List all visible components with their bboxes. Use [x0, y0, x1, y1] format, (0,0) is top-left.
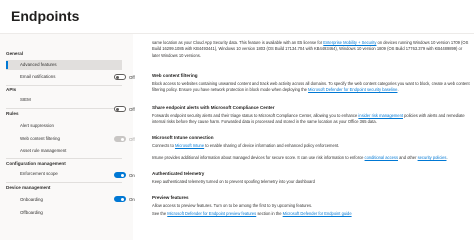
- endpoint-guide-link[interactable]: Microsoft Defender for Endpoint guide: [283, 211, 352, 216]
- setting-description-secondary: Intune provides additional information a…: [152, 155, 470, 161]
- toggle-state-label: On: [129, 196, 135, 202]
- setting-description: Allow access to preview features. Turn o…: [152, 203, 470, 209]
- toggle-knob: [120, 174, 124, 177]
- setting-title-compliance-center: Share endpoint alerts with Microsoft Com…: [152, 105, 275, 110]
- compliance-center-toggle[interactable]: [114, 106, 126, 112]
- toggle-knob: [120, 138, 124, 141]
- sidebar-divider: [6, 182, 122, 183]
- sidebar-group-apis: APIs: [6, 87, 17, 92]
- authenticated-telemetry-toggle[interactable]: [114, 172, 126, 178]
- description-text: See the: [152, 211, 168, 216]
- description-text: Allow access to preview features. Turn o…: [152, 203, 313, 208]
- description-text: .: [446, 155, 448, 160]
- description-text: section in the: [256, 211, 283, 216]
- description-text: same location as your Cloud App Security…: [152, 40, 324, 45]
- sidebar-item-advanced-features[interactable]: Advanced features: [6, 60, 122, 70]
- setting-description: Block access to websites containing unwa…: [152, 81, 470, 94]
- sidebar-divider: [6, 85, 122, 86]
- toggle-state-label: Off: [129, 136, 135, 142]
- setting-title-intune-connection: Microsoft Intune connection: [152, 135, 214, 140]
- advanced-features-panel: same location as your Cloud App Security…: [108, 34, 474, 240]
- web-content-filtering-toggle[interactable]: [114, 74, 126, 80]
- preview-features-toggle[interactable]: [114, 196, 126, 202]
- sidebar-item-enforcement-scope[interactable]: Enforcement scope: [6, 169, 122, 179]
- sidebar-item-asset-rule-management[interactable]: Asset rule management: [6, 146, 122, 156]
- setting-title-web-content-filtering: Web content filtering: [152, 73, 198, 78]
- setting-title-authenticated-telemetry: Authenticated telemetry: [152, 171, 205, 176]
- sidebar-divider: [6, 158, 122, 159]
- preview-features-link[interactable]: Microsoft Defender for Endpoint preview …: [167, 211, 256, 216]
- sidebar-item-onboarding[interactable]: Onboarding: [6, 195, 122, 205]
- toggle-knob: [116, 76, 120, 79]
- sidebar-item-web-content-filtering[interactable]: Web content filtering: [6, 134, 122, 144]
- description-text: Keep authenticated telemetry turned on t…: [152, 179, 315, 184]
- description-text: Intune provides additional information a…: [152, 155, 365, 160]
- setting-description-secondary: See the Microsoft Defender for Endpoint …: [152, 211, 470, 217]
- description-text: Connects to: [152, 143, 175, 148]
- toggle-state-label: On: [129, 172, 135, 178]
- sidebar-item-alert-suppression[interactable]: Alert suppression: [6, 121, 122, 131]
- top-description: same location as your Cloud App Security…: [152, 40, 470, 59]
- setting-description: Connects to Microsoft Intune to enable s…: [152, 143, 470, 149]
- enterprise-mobility-security-link[interactable]: Enterprise Mobility + Security: [323, 40, 376, 45]
- description-text: Forwards endpoint security alerts and th…: [152, 113, 359, 118]
- sidebar-group-general: General: [6, 51, 24, 56]
- setting-description: Forwards endpoint security alerts and th…: [152, 113, 470, 126]
- sidebar-group-device-management: Device management: [6, 185, 51, 190]
- sidebar-item-siem[interactable]: SIEM: [6, 95, 122, 105]
- intune-connection-toggle[interactable]: [114, 136, 126, 142]
- toggle-state-label: Off: [129, 106, 135, 112]
- microsoft-intune-link[interactable]: Microsoft Intune: [175, 143, 204, 148]
- sidebar-item-offboarding[interactable]: Offboarding: [6, 208, 122, 218]
- toggle-knob: [116, 108, 120, 111]
- setting-title-preview-features: Preview features: [152, 195, 189, 200]
- sidebar-item-email-notifications[interactable]: Email notifications: [6, 72, 122, 82]
- description-text: and other: [398, 155, 418, 160]
- sidebar-group-rules: Rules: [6, 111, 19, 116]
- conditional-access-link[interactable]: conditional access: [365, 155, 398, 160]
- setting-description: Keep authenticated telemetry turned on t…: [152, 179, 470, 185]
- description-text: .: [397, 87, 399, 93]
- sidebar-divider: [6, 108, 122, 109]
- description-text: to enable sharing of device information …: [204, 143, 340, 148]
- insider-risk-management-link[interactable]: insider risk management: [358, 113, 403, 118]
- page-title: Endpoints: [11, 8, 80, 24]
- security-baseline-link[interactable]: Microsoft Defender for Endpoint security…: [308, 87, 397, 92]
- sidebar-group-configuration-management: Configuration management: [6, 161, 66, 166]
- toggle-state-label: Off: [129, 74, 135, 80]
- toggle-knob: [120, 198, 124, 201]
- security-policies-link[interactable]: security policies: [418, 155, 447, 160]
